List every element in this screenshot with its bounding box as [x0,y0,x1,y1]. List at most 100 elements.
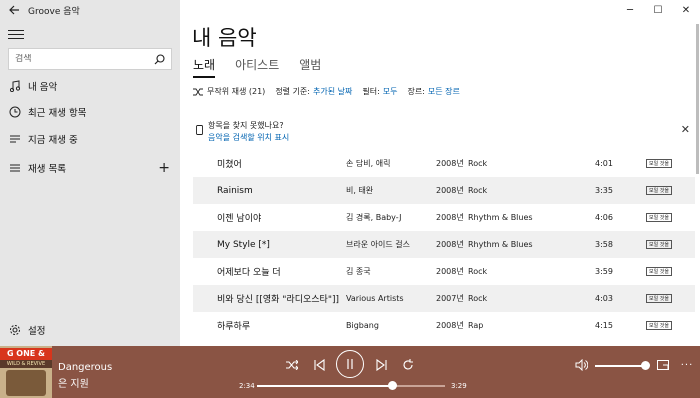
song-year: 2007년 [436,294,464,303]
song-artist[interactable]: 비, 태완 [346,185,373,196]
song-year: 2008년 [436,240,464,249]
album-art[interactable]: G ONE & CODE WILD & REVIVE [0,346,52,398]
song-row[interactable]: 이젠 남이야 김 경록, Baby-J 2008년 Rhythm & Blues… [193,204,695,231]
previous-button[interactable] [312,356,326,374]
sidebar-item-playlists[interactable]: 재생 목록 + [0,155,180,181]
song-title: 비와 당신 [[영화 "라디오스타"]] [217,295,339,305]
shuffle-button[interactable] [285,356,299,374]
song-duration: 4:03 [595,294,613,303]
volume-slider[interactable] [595,361,650,370]
album-art-subtitle: WILD & REVIVE [0,360,52,368]
shuffle-icon [286,360,298,370]
song-artist[interactable]: Various Artists [346,294,404,303]
seek-thumb[interactable] [388,381,398,390]
genre-label: 장르: [407,87,425,96]
song-badge: 모일 것을 [646,294,672,303]
next-button[interactable] [375,356,389,374]
sidebar-item-my-music[interactable]: 내 음악 [0,73,180,99]
song-title: 어제보다 오늘 더 [217,268,281,278]
song-artist[interactable]: 브라운 아이드 걸스 [346,239,410,250]
repeat-icon [403,359,413,370]
total-time: 3:29 [451,382,467,390]
scrollbar[interactable] [696,24,699,174]
song-duration: 3:58 [595,240,613,249]
tab-albums[interactable]: 앨범 [299,56,321,78]
song-row[interactable]: My Style [*] 브라운 아이드 걸스 2008년 Rhythm & B… [193,231,695,258]
tab-artists[interactable]: 아티스트 [235,56,279,78]
song-artist[interactable]: 김 경록, Baby-J [346,212,401,223]
sidebar-item-label: 재생 목록 [28,164,66,175]
search-input[interactable] [15,54,153,64]
mini-view-button[interactable] [656,356,670,374]
current-time: 2:34 [239,382,255,390]
repeat-button[interactable] [401,356,415,374]
shuffle-all-button[interactable]: 무작위 재생 (21) [207,86,265,97]
song-duration: 4:01 [595,159,613,168]
settings-label: 설정 [28,326,46,337]
volume-thumb[interactable] [641,361,650,370]
song-duration: 3:35 [595,186,613,195]
song-title: 미쳤어 [217,160,242,170]
tab-bar: 노래 아티스트 앨범 [193,56,321,78]
now-playing-artist[interactable]: 은 지원 [58,375,89,390]
settings-button[interactable]: 설정 [0,318,180,342]
sidebar-item-label: 최근 재생 항목 [28,108,87,119]
song-artist[interactable]: 손 담비, 애릭 [346,158,390,169]
filter-dropdown[interactable]: 모두 [383,86,398,97]
shuffle-icon[interactable] [193,88,203,96]
song-list: 미쳤어 손 담비, 애릭 2008년 Rock 4:01 모일 것을 Raini… [193,150,695,339]
song-year: 2008년 [436,186,464,195]
seek-bar[interactable] [257,381,445,390]
song-duration: 4:06 [595,213,613,222]
song-title: 이젠 남이야 [217,214,262,224]
song-badge: 모일 것을 [646,159,672,168]
album-art-image [6,370,46,396]
sidebar-item-now-playing[interactable]: 지금 재생 중 [0,126,180,152]
song-row[interactable]: 비와 당신 [[영화 "라디오스타"]] Various Artists 200… [193,285,695,312]
song-title: 하루하루 [217,322,251,332]
song-badge: 모일 것을 [646,186,672,195]
now-playing-title[interactable]: Dangerous [58,362,112,373]
app-title: Groove 음악 [28,6,80,17]
song-genre: Rap [468,321,484,330]
add-playlist-button[interactable]: + [158,160,170,176]
song-genre: Rock [468,267,488,276]
page-title: 내 음악 [192,26,257,50]
sort-dropdown[interactable]: 추가된 날짜 [313,86,352,97]
song-badge: 모일 것을 [646,321,672,330]
song-row[interactable]: 어제보다 오늘 더 김 종국 2008년 Rock 3:59 모일 것을 [193,258,695,285]
search-box[interactable] [8,48,172,70]
genre-dropdown[interactable]: 모든 장르 [428,86,460,97]
previous-icon [314,359,325,371]
notice-title: 항목을 찾지 못했나요? [208,121,284,130]
song-genre: Rock [468,159,488,168]
hamburger-menu-icon[interactable] [8,27,24,39]
more-options-button[interactable]: ··· [680,356,694,374]
volume-button[interactable] [574,356,588,374]
sidebar-item-label: 내 음악 [28,82,58,93]
song-row[interactable]: 미쳤어 손 담비, 애릭 2008년 Rock 4:01 모일 것을 [193,150,695,177]
device-icon [196,120,203,139]
back-arrow-icon[interactable] [0,0,28,20]
song-artist[interactable]: Bigbang [346,321,379,330]
title-bar: Groove 음악 [0,0,180,20]
song-artist[interactable]: 김 종국 [346,266,371,277]
song-year: 2008년 [436,213,464,222]
missing-music-notice: 항목을 찾지 못했나요? 음악을 검색할 위치 표시 ✕ [192,114,692,148]
search-icon[interactable] [153,53,165,65]
song-duration: 4:15 [595,321,613,330]
song-title: My Style [*] [217,239,270,250]
pause-icon [347,359,353,369]
sidebar-item-recent[interactable]: 최근 재생 항목 [0,99,180,125]
tab-songs[interactable]: 노래 [193,56,216,78]
notice-close-button[interactable]: ✕ [681,123,690,136]
player-bar: G ONE & CODE WILD & REVIVE Dangerous 은 지… [0,346,700,398]
choose-music-location-link[interactable]: 음악을 검색할 위치 표시 [208,132,289,143]
music-note-icon [8,79,22,93]
play-pause-button[interactable] [336,350,364,378]
song-year: 2008년 [436,159,464,168]
seek-progress [257,385,393,387]
song-row[interactable]: Rainism 비, 태완 2008년 Rock 3:35 모일 것을 [193,177,695,204]
song-row[interactable]: 하루하루 Bigbang 2008년 Rap 4:15 모일 것을 [193,312,695,339]
mini-view-icon [657,360,669,370]
